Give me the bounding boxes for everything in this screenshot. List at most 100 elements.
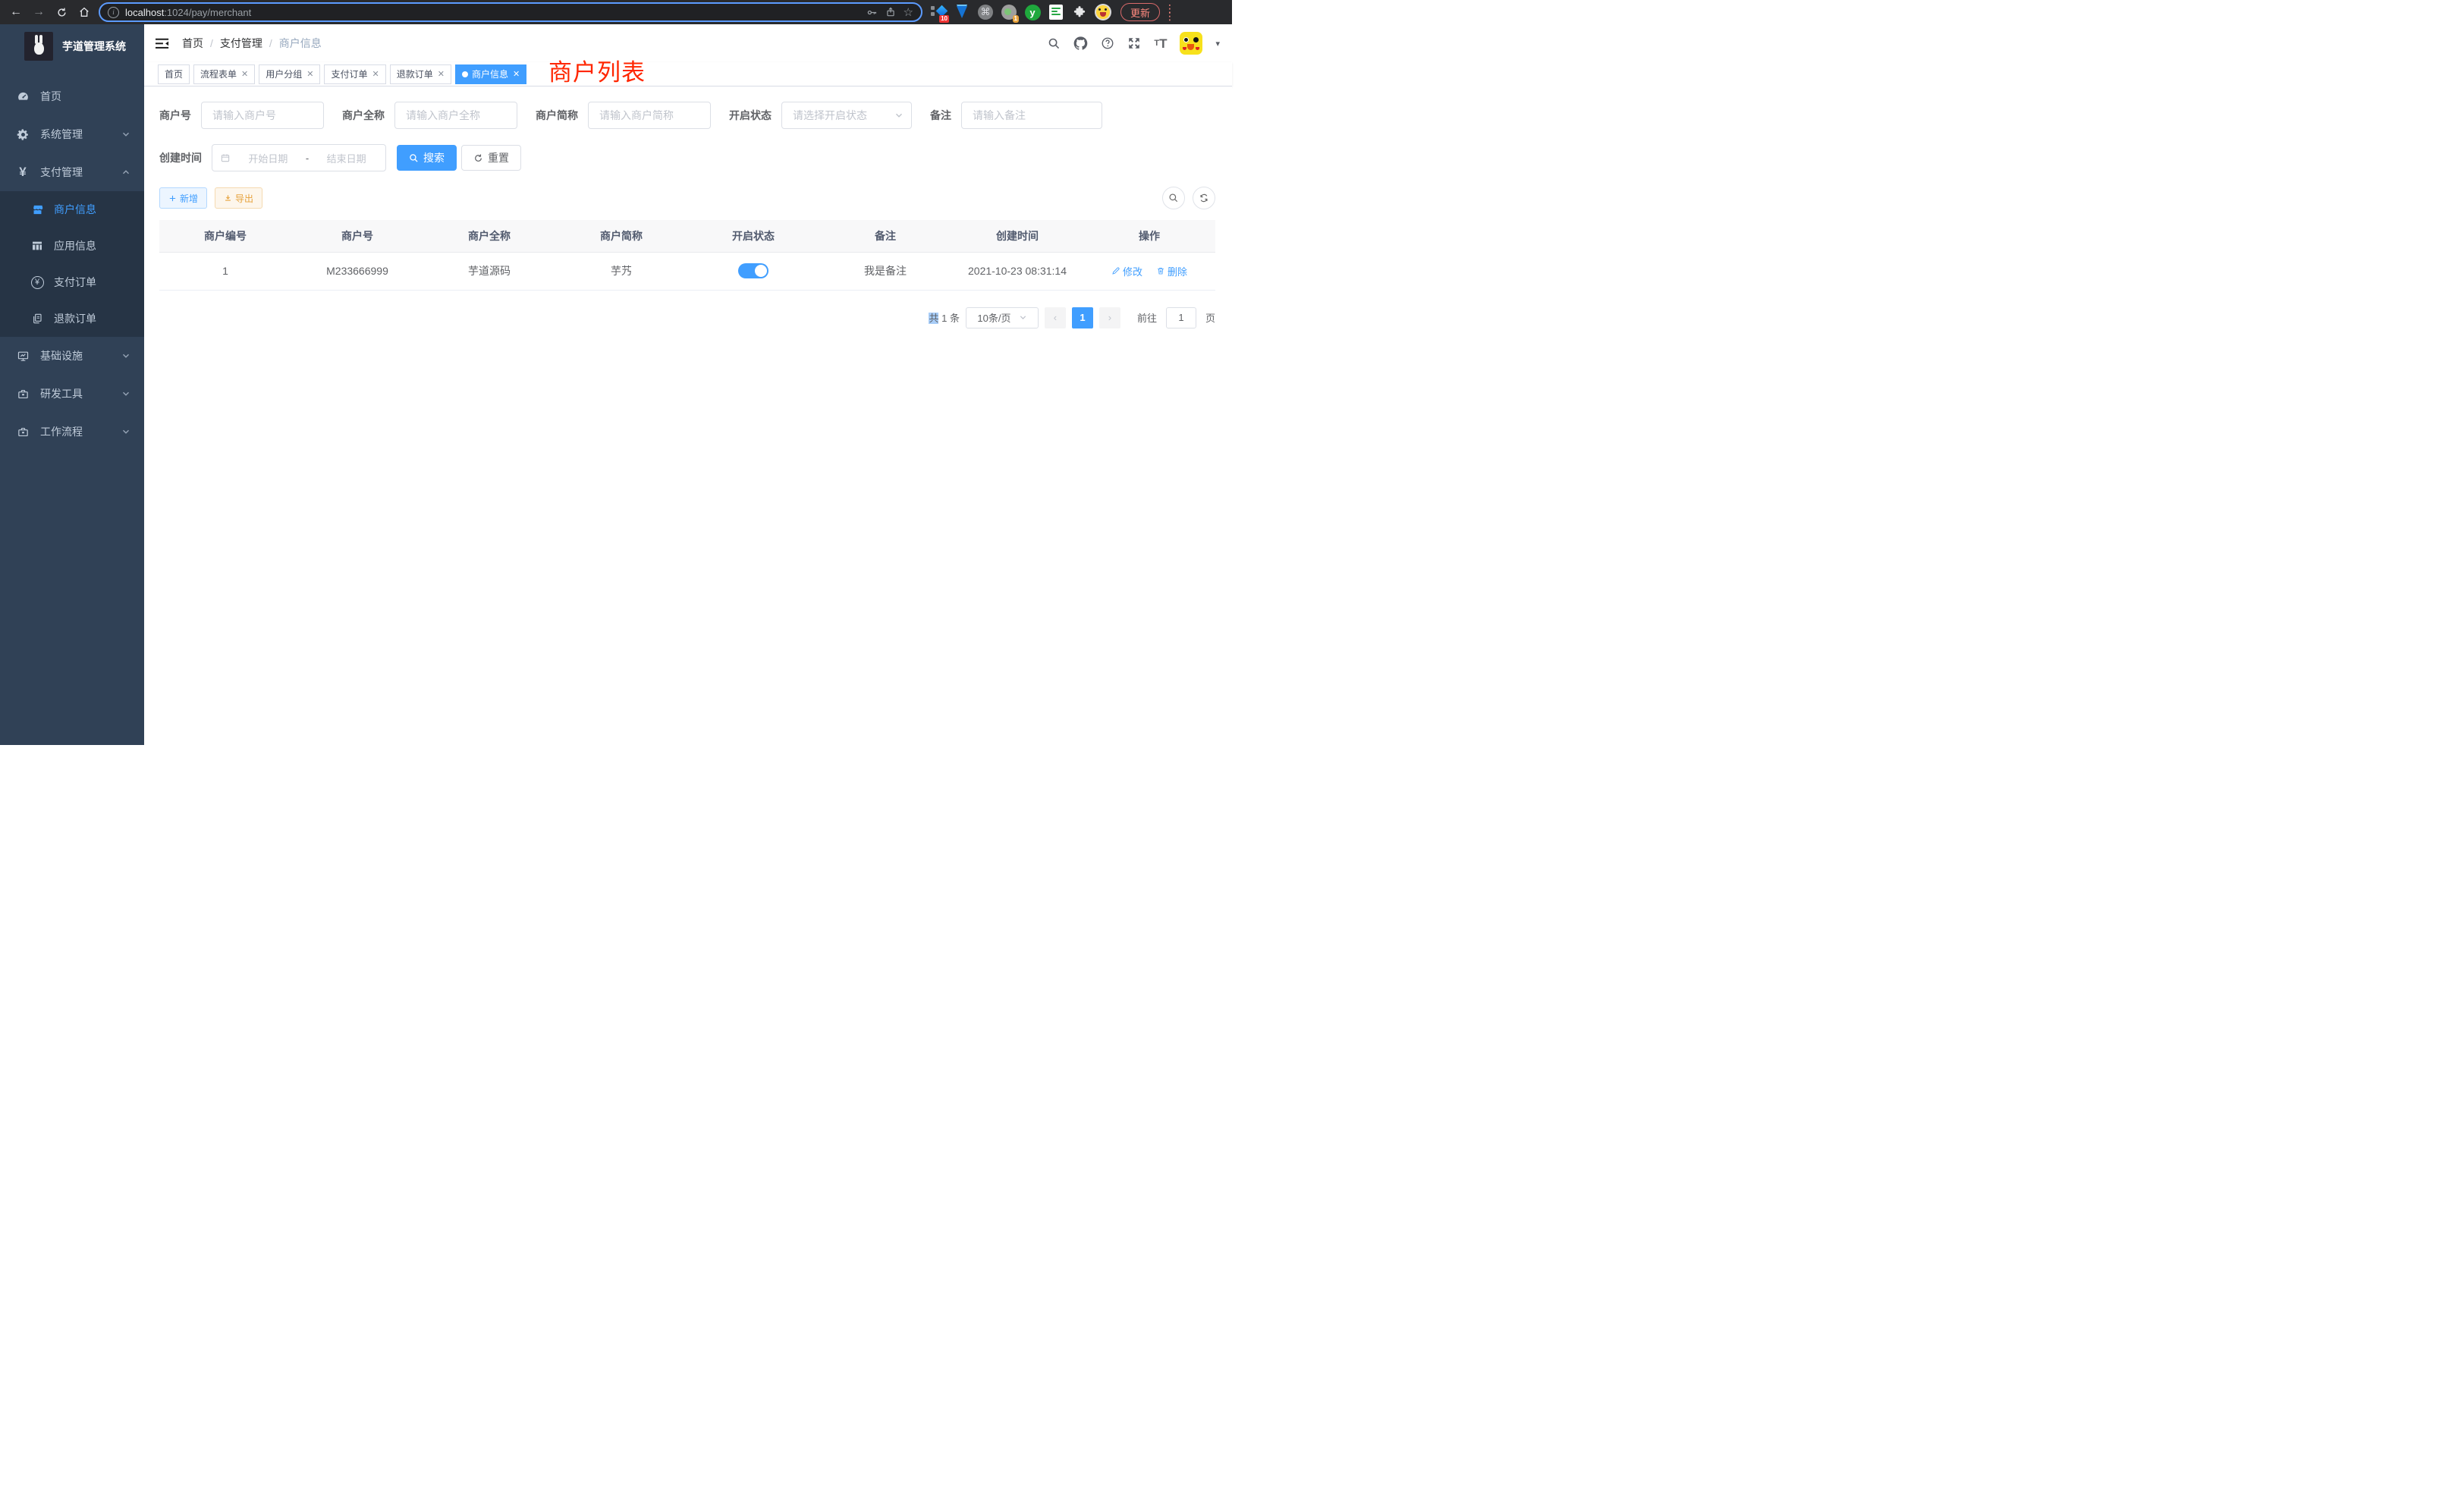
- tab-process-form[interactable]: 流程表单✕: [193, 64, 255, 84]
- extension-notes-icon[interactable]: [1048, 4, 1064, 20]
- sidebar-item-label: 首页: [40, 89, 61, 104]
- range-separator: -: [306, 152, 309, 164]
- user-avatar[interactable]: [1180, 32, 1202, 55]
- close-icon[interactable]: ✕: [306, 69, 313, 79]
- sidebar-item-system[interactable]: 系统管理: [0, 115, 144, 153]
- full-name-input[interactable]: [394, 102, 517, 129]
- extension-y-icon[interactable]: y: [1024, 4, 1041, 20]
- sidebar-item-dev-tools[interactable]: 研发工具: [0, 375, 144, 413]
- status-toggle[interactable]: [738, 263, 768, 278]
- reload-icon: [56, 7, 68, 18]
- reset-button[interactable]: 重置: [461, 145, 521, 171]
- yen-icon: ¥: [16, 165, 30, 179]
- sidebar-item-label: 商户信息: [54, 202, 96, 217]
- col-merchant-no: 商户号: [291, 220, 423, 252]
- payment-submenu: 商户信息 应用信息 ¥ 支付订单 退款订单: [0, 191, 144, 337]
- browser-forward-button[interactable]: →: [29, 2, 49, 22]
- sidebar-item-workflow[interactable]: 工作流程: [0, 413, 144, 451]
- toolbox-icon: [16, 387, 30, 401]
- tab-home[interactable]: 首页: [158, 64, 190, 84]
- sidebar-item-label: 研发工具: [40, 386, 83, 401]
- sidebar-item-label: 基础设施: [40, 348, 83, 363]
- password-key-icon[interactable]: [866, 7, 878, 18]
- col-remark: 备注: [819, 220, 951, 252]
- col-status: 开启状态: [687, 220, 819, 252]
- font-size-icon[interactable]: TT: [1154, 37, 1167, 50]
- app-title: 芋道管理系统: [62, 39, 126, 54]
- sidebar-item-label: 支付管理: [40, 165, 83, 180]
- profile-avatar-icon[interactable]: [1095, 4, 1111, 20]
- sidebar-item-pay-order[interactable]: ¥ 支付订单: [0, 264, 144, 300]
- annotation-merchant-list: 商户列表: [548, 53, 646, 87]
- export-button[interactable]: 导出: [215, 187, 262, 209]
- status-label: 开启状态: [729, 108, 772, 123]
- status-select[interactable]: 请选择开启状态: [781, 102, 912, 129]
- goto-page-input[interactable]: [1166, 307, 1196, 328]
- extension-devtools-icon[interactable]: 10: [930, 4, 947, 20]
- tab-pay-order[interactable]: 支付订单✕: [324, 64, 385, 84]
- avatar-caret-icon[interactable]: ▾: [1215, 39, 1220, 49]
- top-navbar: 首页 / 支付管理 / 商户信息 TT ▾: [144, 24, 1232, 62]
- sidebar-item-refund-order[interactable]: 退款订单: [0, 300, 144, 337]
- sidebar-item-infrastructure[interactable]: 基础设施: [0, 337, 144, 375]
- sidebar-item-payment[interactable]: ¥ 支付管理: [0, 153, 144, 191]
- search-icon: [1168, 193, 1179, 203]
- pagination-total: 共 1 条: [929, 310, 960, 325]
- page-size-select[interactable]: 10条/页: [966, 307, 1039, 328]
- browser-reload-button[interactable]: [52, 2, 71, 22]
- short-name-input[interactable]: [588, 102, 711, 129]
- cell-merchant-id: 1: [159, 252, 291, 290]
- share-icon[interactable]: [885, 6, 896, 18]
- help-icon[interactable]: [1101, 36, 1114, 50]
- extension-gem-icon[interactable]: [954, 4, 970, 20]
- delete-link[interactable]: 删除: [1156, 264, 1187, 278]
- close-icon[interactable]: ✕: [372, 69, 379, 79]
- browser-home-button[interactable]: [74, 2, 94, 22]
- prev-page-button[interactable]: ‹: [1045, 307, 1066, 328]
- add-button[interactable]: 新增: [159, 187, 207, 209]
- url-bar[interactable]: i localhost:1024/pay/merchant ☆: [99, 2, 922, 22]
- app-logo[interactable]: 芋道管理系统: [0, 24, 144, 68]
- col-short-name: 商户简称: [555, 220, 687, 252]
- fullscreen-icon[interactable]: [1127, 36, 1141, 50]
- remark-input[interactable]: [961, 102, 1102, 129]
- col-merchant-id: 商户编号: [159, 220, 291, 252]
- tab-user-group[interactable]: 用户分组✕: [259, 64, 320, 84]
- sidebar-collapse-icon[interactable]: [156, 38, 169, 49]
- browser-update-button[interactable]: 更新: [1120, 3, 1160, 21]
- close-icon[interactable]: ✕: [241, 69, 248, 79]
- close-icon[interactable]: ✕: [513, 69, 520, 79]
- header-search-icon[interactable]: [1048, 37, 1061, 50]
- sidebar-item-app-info[interactable]: 应用信息: [0, 228, 144, 264]
- merchant-no-input[interactable]: [201, 102, 324, 129]
- next-page-button[interactable]: ›: [1099, 307, 1120, 328]
- pagination: 共 1 条 10条/页 ‹ 1 › 前往 页: [159, 307, 1215, 328]
- extensions-puzzle-icon[interactable]: [1071, 4, 1088, 20]
- chevron-down-icon: [1019, 313, 1027, 322]
- edit-link[interactable]: 修改: [1111, 264, 1142, 278]
- tags-view-bar: 首页 流程表单✕ 用户分组✕ 支付订单✕ 退款订单✕ 商户信息✕: [144, 62, 1232, 86]
- site-info-icon[interactable]: i: [108, 7, 119, 18]
- tab-merchant-info[interactable]: 商户信息✕: [455, 64, 526, 84]
- tab-refund-order[interactable]: 退款订单✕: [390, 64, 451, 84]
- show-search-toggle-button[interactable]: [1162, 187, 1185, 209]
- breadcrumb-payment[interactable]: 支付管理: [220, 36, 262, 51]
- page-1-button[interactable]: 1: [1072, 307, 1093, 328]
- briefcase-icon: [16, 425, 30, 439]
- github-icon[interactable]: [1073, 36, 1088, 51]
- chevron-up-icon: [121, 168, 130, 177]
- breadcrumb-home[interactable]: 首页: [182, 36, 203, 51]
- extension-command-icon[interactable]: ⌘: [977, 4, 994, 20]
- monitor-icon: [16, 349, 30, 363]
- extension-camera-icon[interactable]: 1: [1001, 4, 1017, 20]
- breadcrumb-separator: /: [210, 37, 213, 49]
- create-time-range-picker[interactable]: 开始日期 - 结束日期: [212, 144, 386, 171]
- browser-back-button[interactable]: ←: [6, 2, 26, 22]
- bookmark-star-icon[interactable]: ☆: [904, 7, 913, 18]
- sidebar-item-home[interactable]: 首页: [0, 77, 144, 115]
- sidebar-item-merchant-info[interactable]: 商户信息: [0, 191, 144, 228]
- close-icon[interactable]: ✕: [438, 69, 445, 79]
- refresh-table-button[interactable]: [1193, 187, 1215, 209]
- search-button[interactable]: 搜索: [397, 145, 457, 171]
- browser-menu-icon[interactable]: ⋮⋮: [1164, 5, 1175, 20]
